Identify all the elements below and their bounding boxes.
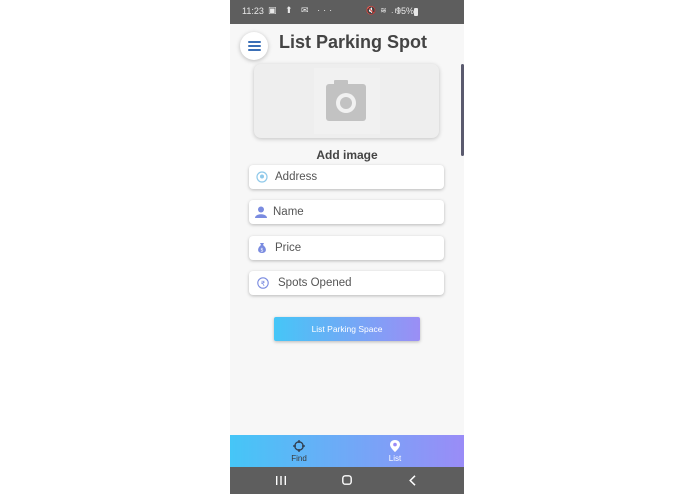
spots-opened-placeholder: Spots Opened	[278, 277, 352, 289]
name-field[interactable]: Name	[249, 200, 444, 224]
nav-item-find[interactable]: Find	[269, 435, 329, 467]
add-image-label[interactable]: Add image	[230, 148, 464, 162]
battery-percent: 95%	[396, 6, 415, 16]
crosshair-icon	[293, 440, 305, 452]
home-icon[interactable]	[342, 475, 352, 485]
status-bar: 11:23 ▣ ⬆ ✉ ··· 🔇 ≋ .ıl 95%	[230, 0, 464, 24]
rupee-circle-icon: ₹	[257, 277, 269, 289]
nav-label-find: Find	[291, 454, 307, 463]
page-title: List Parking Spot	[279, 32, 428, 52]
notification-icons: ▣ ⬆ ✉ ···	[268, 5, 336, 15]
status-time: 11:23	[242, 6, 264, 16]
scrollbar[interactable]	[461, 64, 464, 156]
address-field[interactable]: Address	[249, 165, 444, 189]
svg-text:$: $	[260, 248, 263, 254]
system-navigation-bar	[230, 467, 464, 494]
nav-item-list[interactable]: List	[365, 435, 425, 467]
hamburger-menu-icon	[248, 41, 261, 43]
spots-opened-field[interactable]: ₹ Spots Opened	[249, 271, 444, 295]
money-bag-icon: $	[258, 243, 266, 254]
hamburger-menu-button[interactable]	[240, 32, 268, 60]
bottom-navigation: Find List	[230, 435, 464, 467]
price-field[interactable]: $ Price	[249, 236, 444, 260]
back-icon[interactable]	[409, 475, 416, 486]
battery-icon	[414, 8, 418, 16]
camera-icon	[326, 80, 366, 121]
location-icon	[256, 171, 268, 183]
recents-icon[interactable]	[276, 476, 286, 485]
person-icon	[255, 206, 267, 218]
phone-screen: 11:23 ▣ ⬆ ✉ ··· 🔇 ≋ .ıl 95% List Parking…	[230, 0, 464, 494]
price-placeholder: Price	[275, 242, 302, 254]
map-pin-icon	[390, 440, 400, 452]
list-parking-space-button[interactable]: List Parking Space	[274, 317, 420, 341]
nav-label-list: List	[388, 454, 402, 463]
svg-text:₹: ₹	[261, 280, 266, 288]
name-placeholder: Name	[273, 206, 304, 218]
address-placeholder: Address	[275, 171, 318, 183]
